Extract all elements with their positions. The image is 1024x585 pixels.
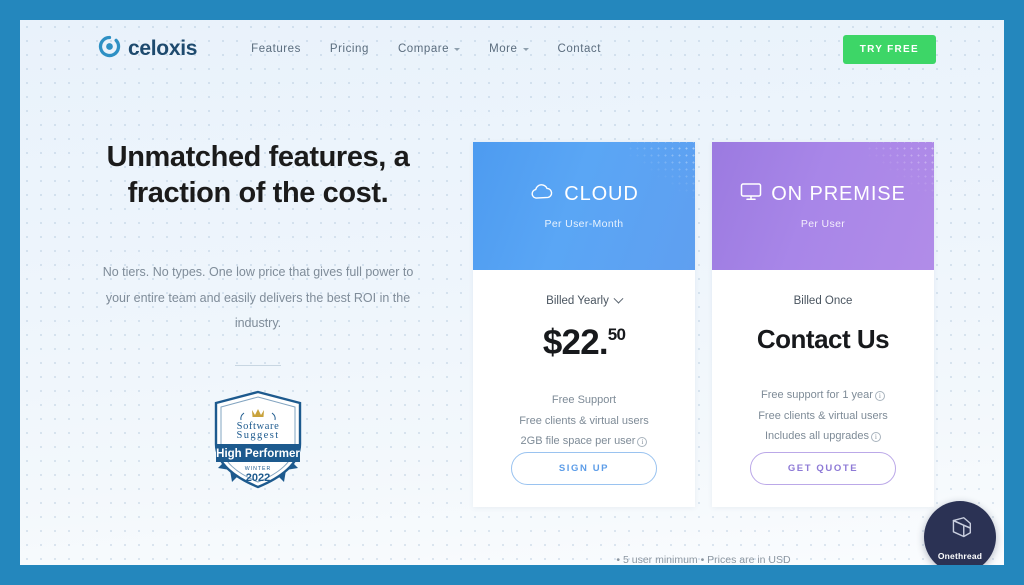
celoxis-circle-c-icon [98, 35, 121, 63]
hero-body-text: No tiers. No types. One low price that g… [102, 264, 414, 331]
pricing-cards: CLOUD Per User-Month Billed Yearly $22. … [473, 142, 934, 507]
chevron-down-icon [454, 47, 461, 51]
on-premise-card-header: ON PREMISE Per User [712, 142, 934, 270]
feature-text: Includes all upgrades [765, 430, 869, 443]
cloud-icon [529, 183, 555, 207]
nav-item-pricing[interactable]: Pricing [330, 43, 369, 55]
divider [235, 364, 281, 366]
header-dot-decoration [866, 142, 934, 200]
feature-text: Free clients & virtual users [758, 409, 888, 422]
browser-viewport: celoxis Features Pricing Compare More Co… [20, 20, 1004, 565]
on-premise-card-body: Billed Once Contact Us Free support for … [712, 270, 934, 507]
software-suggest-high-performer-badge-icon: Software Suggest High Performer WINTER 2… [214, 390, 302, 489]
billing-period-selector[interactable]: Billed Yearly [546, 293, 624, 307]
nav-links: Features Pricing Compare More Contact [251, 43, 601, 55]
onethread-label: Onethread [937, 550, 983, 561]
celoxis-logo-text: celoxis [128, 37, 198, 60]
nav-item-more[interactable]: More [489, 43, 529, 55]
onethread-cube-icon [945, 514, 975, 549]
billing-period-label: Billed Yearly [546, 295, 609, 307]
list-item: Includes all upgrades i [758, 426, 888, 447]
hero-section: Unmatched features, a fraction of the co… [98, 140, 418, 492]
desktop-monitor-icon [740, 182, 762, 207]
info-icon[interactable]: i [637, 437, 648, 447]
on-premise-price: Contact Us [756, 324, 890, 354]
feature-text: Free Support [551, 394, 617, 406]
sign-up-button[interactable]: SIGN UP [511, 451, 657, 485]
nav-item-pricing-label: Pricing [329, 43, 369, 55]
list-item: 2GB file space per user i [519, 431, 649, 452]
badge-title: High Performer [216, 448, 300, 460]
pricing-footnote: • 5 user minimum • Prices are in USD [616, 554, 791, 565]
feature-text: 2GB file space per user [520, 435, 636, 447]
list-item: Free clients & virtual users [758, 406, 888, 427]
info-icon[interactable]: i [870, 432, 881, 443]
billing-period-label: Billed Once [793, 295, 853, 307]
header-dot-decoration [627, 142, 695, 200]
pricing-card-on-premise: ON PREMISE Per User Billed Once Contact … [712, 142, 934, 507]
chevron-down-icon [613, 293, 624, 304]
feature-text: Free clients & virtual users [519, 414, 649, 427]
get-quote-button[interactable]: GET QUOTE [750, 451, 896, 485]
info-icon[interactable]: i [874, 391, 885, 402]
nav-item-contact[interactable]: Contact [558, 43, 601, 55]
page-background: celoxis Features Pricing Compare More Co… [20, 20, 1004, 565]
top-navigation-bar: celoxis Features Pricing Compare More Co… [20, 20, 1004, 78]
cloud-feature-list: Free Support Free clients & virtual user… [519, 390, 649, 452]
award-badge: Software Suggest High Performer WINTER 2… [98, 388, 418, 492]
pricing-card-cloud: CLOUD Per User-Month Billed Yearly $22. … [473, 142, 695, 507]
list-item: Free support for 1 year i [758, 385, 888, 406]
cloud-card-title-row: CLOUD [529, 183, 639, 207]
list-item: Free Support [519, 390, 649, 411]
cloud-card-header: CLOUD Per User-Month [473, 142, 695, 270]
cloud-card-subtitle: Per User-Month [544, 217, 624, 230]
nav-item-features-label: Features [251, 43, 301, 55]
badge-brand-line2: Suggest [236, 430, 279, 441]
nav-item-compare[interactable]: Compare [397, 43, 461, 55]
feature-text: Free support for 1 year [761, 389, 873, 402]
celoxis-logo[interactable]: celoxis [98, 35, 197, 63]
nav-item-compare-label: Compare [397, 43, 450, 55]
onethread-widget-button[interactable]: Onethread [924, 501, 996, 565]
nav-item-more-label: More [489, 43, 518, 55]
try-free-button[interactable]: TRY FREE [842, 34, 936, 64]
on-premise-feature-list: Free support for 1 year i Free clients & … [758, 385, 888, 447]
on-premise-card-subtitle: Per User [800, 218, 846, 230]
cloud-price-cents: 50 [607, 325, 626, 344]
hero-headline: Unmatched features, a fraction of the co… [106, 141, 410, 209]
list-item: Free clients & virtual users [519, 411, 649, 432]
badge-year: 2022 [246, 472, 270, 484]
chevron-down-icon [522, 47, 529, 51]
cloud-price-main: $22. [542, 323, 609, 362]
cloud-card-body: Billed Yearly $22. 50 Free Support Free … [473, 270, 695, 507]
nav-item-contact-label: Contact [557, 43, 601, 55]
nav-item-features[interactable]: Features [251, 43, 301, 55]
cloud-price: $22. 50 [542, 323, 626, 362]
